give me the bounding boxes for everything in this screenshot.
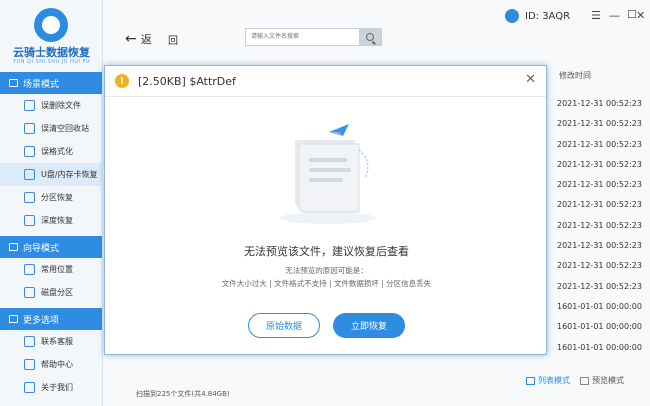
reason-title: 无法预览的原因可能是： bbox=[285, 266, 368, 275]
sidebar-item-partition[interactable]: 分区恢复 bbox=[0, 186, 102, 209]
preview-icon bbox=[580, 376, 589, 385]
disk-icon bbox=[24, 287, 35, 298]
list-mode-button[interactable]: 列表模式 bbox=[526, 375, 570, 386]
sidebar-item-deep-recovery[interactable]: 深度恢复 bbox=[0, 209, 102, 232]
minimize-icon[interactable]: — bbox=[609, 9, 620, 22]
scene-mode-icon bbox=[9, 79, 18, 87]
table-row-modified-time[interactable]: 2021-12-31 00:52:23 bbox=[557, 195, 642, 215]
scan-status: 扫描到225个文件(共4.84GB) bbox=[136, 390, 230, 398]
app-name: 云骑士数据恢复 bbox=[13, 46, 90, 59]
top-bar: ←返 回 ID: 3AQR ☰ — ☐ ✕ bbox=[103, 0, 650, 66]
recover-now-button[interactable]: 立即恢复 bbox=[333, 313, 405, 338]
logo-emblem-icon bbox=[34, 8, 68, 42]
close-icon[interactable]: ✕ bbox=[525, 72, 536, 87]
format-icon bbox=[24, 146, 35, 157]
search-button[interactable] bbox=[359, 29, 381, 45]
sidebar-item-deleted-files[interactable]: 误删除文件 bbox=[0, 94, 102, 117]
warning-icon: ! bbox=[115, 74, 129, 88]
preview-dialog: ! [2.50KB] $AttrDef ✕ 无法预览该文件，建议恢复后查看 无法… bbox=[104, 65, 547, 355]
app-name-pinyin: YUN QI SHI SHU JU HUI FU bbox=[13, 59, 90, 65]
modified-times-column: 2021-12-31 00:52:23 2021-12-31 00:52:23 20… bbox=[557, 94, 642, 358]
folder-icon bbox=[24, 264, 35, 275]
preview-mode-button[interactable]: 预览模式 bbox=[580, 375, 624, 386]
list-icon bbox=[526, 376, 535, 385]
sidebar: 云骑士数据恢复 YUN QI SHI SHU JU HUI FU 场景模式 误删… bbox=[0, 0, 103, 406]
reason-list: 文件大小过大 | 文件格式不支持 | 文件数据损坏 | 分区信息丢失 bbox=[221, 279, 432, 288]
search-icon bbox=[366, 33, 374, 41]
menu-icon[interactable]: ☰ bbox=[591, 9, 601, 22]
sidebar-item-common-locations[interactable]: 常用位置 bbox=[0, 258, 102, 281]
table-row-modified-time[interactable]: 2021-12-31 00:52:23 bbox=[557, 114, 642, 134]
user-id[interactable]: ID: 3AQR bbox=[505, 9, 570, 23]
recycle-bin-icon bbox=[24, 123, 35, 134]
search-box bbox=[245, 28, 382, 46]
table-row-modified-time[interactable]: 2021-12-31 00:52:23 bbox=[557, 236, 642, 256]
section-wizard-mode: 向导模式 bbox=[0, 236, 102, 258]
table-row-modified-time[interactable]: 1601-01-01 00:00:00 bbox=[557, 317, 642, 337]
sidebar-item-usb-card[interactable]: U盘/内存卡恢复 bbox=[0, 163, 102, 186]
app-logo: 云骑士数据恢复 YUN QI SHI SHU JU HUI FU bbox=[0, 0, 102, 72]
sidebar-item-disk-partition[interactable]: 磁盘分区 bbox=[0, 281, 102, 304]
wizard-icon bbox=[9, 243, 18, 251]
back-button[interactable]: ← 返 bbox=[125, 31, 152, 47]
table-row-modified-time[interactable]: 1601-01-01 00:00:00 bbox=[557, 297, 642, 317]
headset-icon bbox=[24, 336, 35, 347]
back-arrow-icon: ← bbox=[125, 31, 137, 47]
partition-icon bbox=[24, 192, 35, 203]
preview-unavailable-message: 无法预览该文件，建议恢复后查看 bbox=[244, 245, 409, 258]
sidebar-item-recycle-bin[interactable]: 误清空回收站 bbox=[0, 117, 102, 140]
section-scene-mode: 场景模式 bbox=[0, 72, 102, 94]
sidebar-item-about-us[interactable]: 关于我们 bbox=[0, 376, 102, 399]
column-header-modified[interactable]: 修改时间 bbox=[559, 70, 591, 81]
return-button[interactable]: 回 bbox=[168, 32, 178, 47]
view-mode-switch: 列表模式 预览模式 bbox=[526, 375, 634, 386]
usb-drive-icon bbox=[24, 169, 35, 180]
document-illustration-icon bbox=[280, 124, 376, 224]
original-data-button[interactable]: 原始数据 bbox=[248, 313, 320, 338]
table-row-modified-time[interactable]: 2021-12-31 00:52:23 bbox=[557, 155, 642, 175]
dialog-title: [2.50KB] $AttrDef bbox=[138, 74, 236, 88]
table-row-modified-time[interactable]: 2021-12-31 00:52:23 bbox=[557, 135, 642, 155]
table-row-modified-time[interactable]: 2021-12-31 00:52:23 bbox=[557, 256, 642, 276]
sidebar-item-contact-support[interactable]: 联系客服 bbox=[0, 330, 102, 353]
deleted-file-icon bbox=[24, 100, 35, 111]
help-icon bbox=[24, 359, 35, 370]
table-row-modified-time[interactable]: 2021-12-31 00:52:23 bbox=[557, 216, 642, 236]
search-input[interactable] bbox=[246, 29, 359, 45]
more-options-icon bbox=[9, 315, 18, 323]
deep-scan-icon bbox=[24, 215, 35, 226]
info-icon bbox=[24, 382, 35, 393]
table-row-modified-time[interactable]: 2021-12-31 00:52:23 bbox=[557, 277, 642, 297]
sidebar-item-formatted[interactable]: 误格式化 bbox=[0, 140, 102, 163]
table-row-modified-time[interactable]: 1601-01-01 00:00:00 bbox=[557, 338, 642, 358]
section-more-options: 更多选项 bbox=[0, 308, 102, 330]
close-window-icon[interactable]: ✕ bbox=[636, 9, 645, 22]
avatar-icon bbox=[505, 9, 519, 23]
sidebar-item-help-center[interactable]: 帮助中心 bbox=[0, 353, 102, 376]
dialog-header: ! [2.50KB] $AttrDef ✕ bbox=[105, 66, 546, 97]
table-row-modified-time[interactable]: 2021-12-31 00:52:23 bbox=[557, 94, 642, 114]
table-row-modified-time[interactable]: 2021-12-31 00:52:23 bbox=[557, 175, 642, 195]
